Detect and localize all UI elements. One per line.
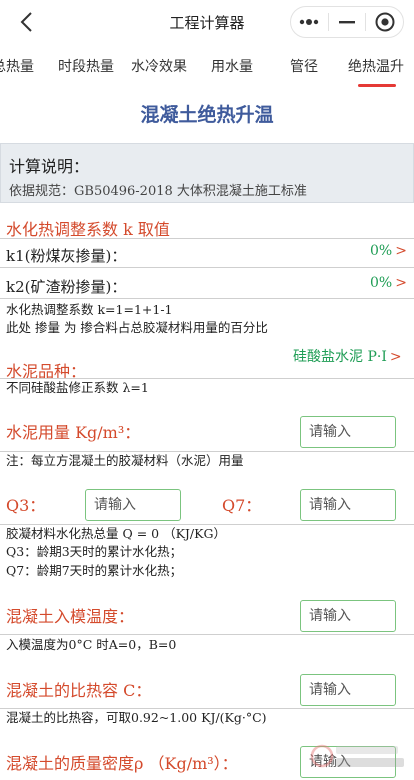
cement-amount-input[interactable] [300, 416, 396, 448]
tab-bar: 总热量 时段热量 水冷效果 用水量 管径 绝热温升 [0, 44, 414, 90]
mold-temp-label: 混凝土入模温度： [6, 607, 135, 626]
tab-period-heat[interactable]: 时段热量 [58, 56, 114, 76]
q7-note: Q7：龄期7天时的累计水化热； [6, 563, 183, 578]
tab-pipe-diameter[interactable]: 管径 [290, 56, 318, 76]
k2-label: k2(矿渣粉掺量)： [6, 278, 127, 296]
chevron-right-icon: > [389, 349, 402, 365]
q7-label: Q7： [222, 496, 262, 515]
divider [0, 238, 414, 239]
tab-total-heat[interactable]: 总热量 [0, 56, 34, 76]
more-dots-icon[interactable] [291, 7, 328, 37]
hydration-total-note: 胶凝材料水化热总量 Q = 0 （KJ/KG） [6, 526, 226, 541]
k-formula-note: 水化热调整系数 k=1=1+1-1 [6, 302, 173, 317]
active-tab-indicator [358, 84, 396, 87]
notes-heading: 计算说明： [9, 157, 90, 176]
cement-correction-note: 不同硅酸盐修正系数 λ=1 [6, 380, 149, 395]
mini-program-capsule [290, 6, 404, 38]
tab-adiabatic-temp-rise[interactable]: 绝热温升 [348, 56, 404, 76]
chevron-right-icon: > [395, 243, 407, 259]
k1-selector[interactable]: 0% > [370, 243, 407, 259]
divider [0, 634, 414, 635]
mold-temp-input[interactable] [300, 600, 396, 632]
specific-heat-label: 混凝土的比热容 C： [6, 681, 152, 700]
cement-amount-note: 注：每立方混凝土的胶凝材料（水泥）用量 [6, 453, 244, 468]
q3-input[interactable] [85, 489, 181, 521]
q7-input[interactable] [300, 489, 396, 521]
page-title: 混凝土绝热升温 [140, 104, 274, 126]
divider [0, 298, 414, 299]
navbar: 工程计算器 [0, 0, 414, 44]
k1-label: k1(粉煤灰掺量)： [6, 247, 127, 265]
q3-label: Q3： [6, 496, 46, 515]
density-label: 混凝土的质量密度ρ （Kg/m³）： [6, 754, 238, 773]
k-dosage-note: 此处 掺量 为 掺合料占总胶凝材料用量的百分比 [6, 320, 268, 335]
target-circle-icon[interactable] [366, 7, 403, 37]
watermark-logo [310, 744, 404, 768]
k2-value: 0% [370, 275, 393, 291]
specific-heat-input[interactable] [300, 674, 396, 706]
k2-selector[interactable]: 0% > [370, 275, 407, 291]
k1-value: 0% [370, 243, 393, 259]
calculation-notes-box: 计算说明： 依据规范：GB50496-2018 大体积混凝土施工标准 [0, 143, 414, 203]
chevron-right-icon: > [395, 275, 407, 291]
mold-temp-note: 入模温度为0°C 时A=0，B=0 [6, 637, 177, 652]
q3-note: Q3：龄期3天时的累计水化热； [6, 544, 183, 559]
specific-heat-note: 混凝土的比热容，可取0.92~1.00 KJ/(Kg·°C) [6, 710, 267, 725]
tab-water-usage[interactable]: 用水量 [211, 56, 253, 76]
k-coefficient-heading: 水化热调整系数 k 取值 [6, 220, 170, 239]
cement-amount-label: 水泥用量 Kg/m³： [6, 423, 141, 442]
tab-water-cooling[interactable]: 水冷效果 [131, 56, 187, 76]
cement-type-value: 硅酸盐水泥 P·I [293, 349, 387, 365]
cement-type-selector[interactable]: 硅酸盐水泥 P·I > [293, 346, 402, 366]
standard-reference: 依据规范：GB50496-2018 大体积混凝土施工标准 [9, 184, 307, 199]
divider [0, 267, 414, 268]
minimize-icon[interactable] [329, 7, 366, 37]
